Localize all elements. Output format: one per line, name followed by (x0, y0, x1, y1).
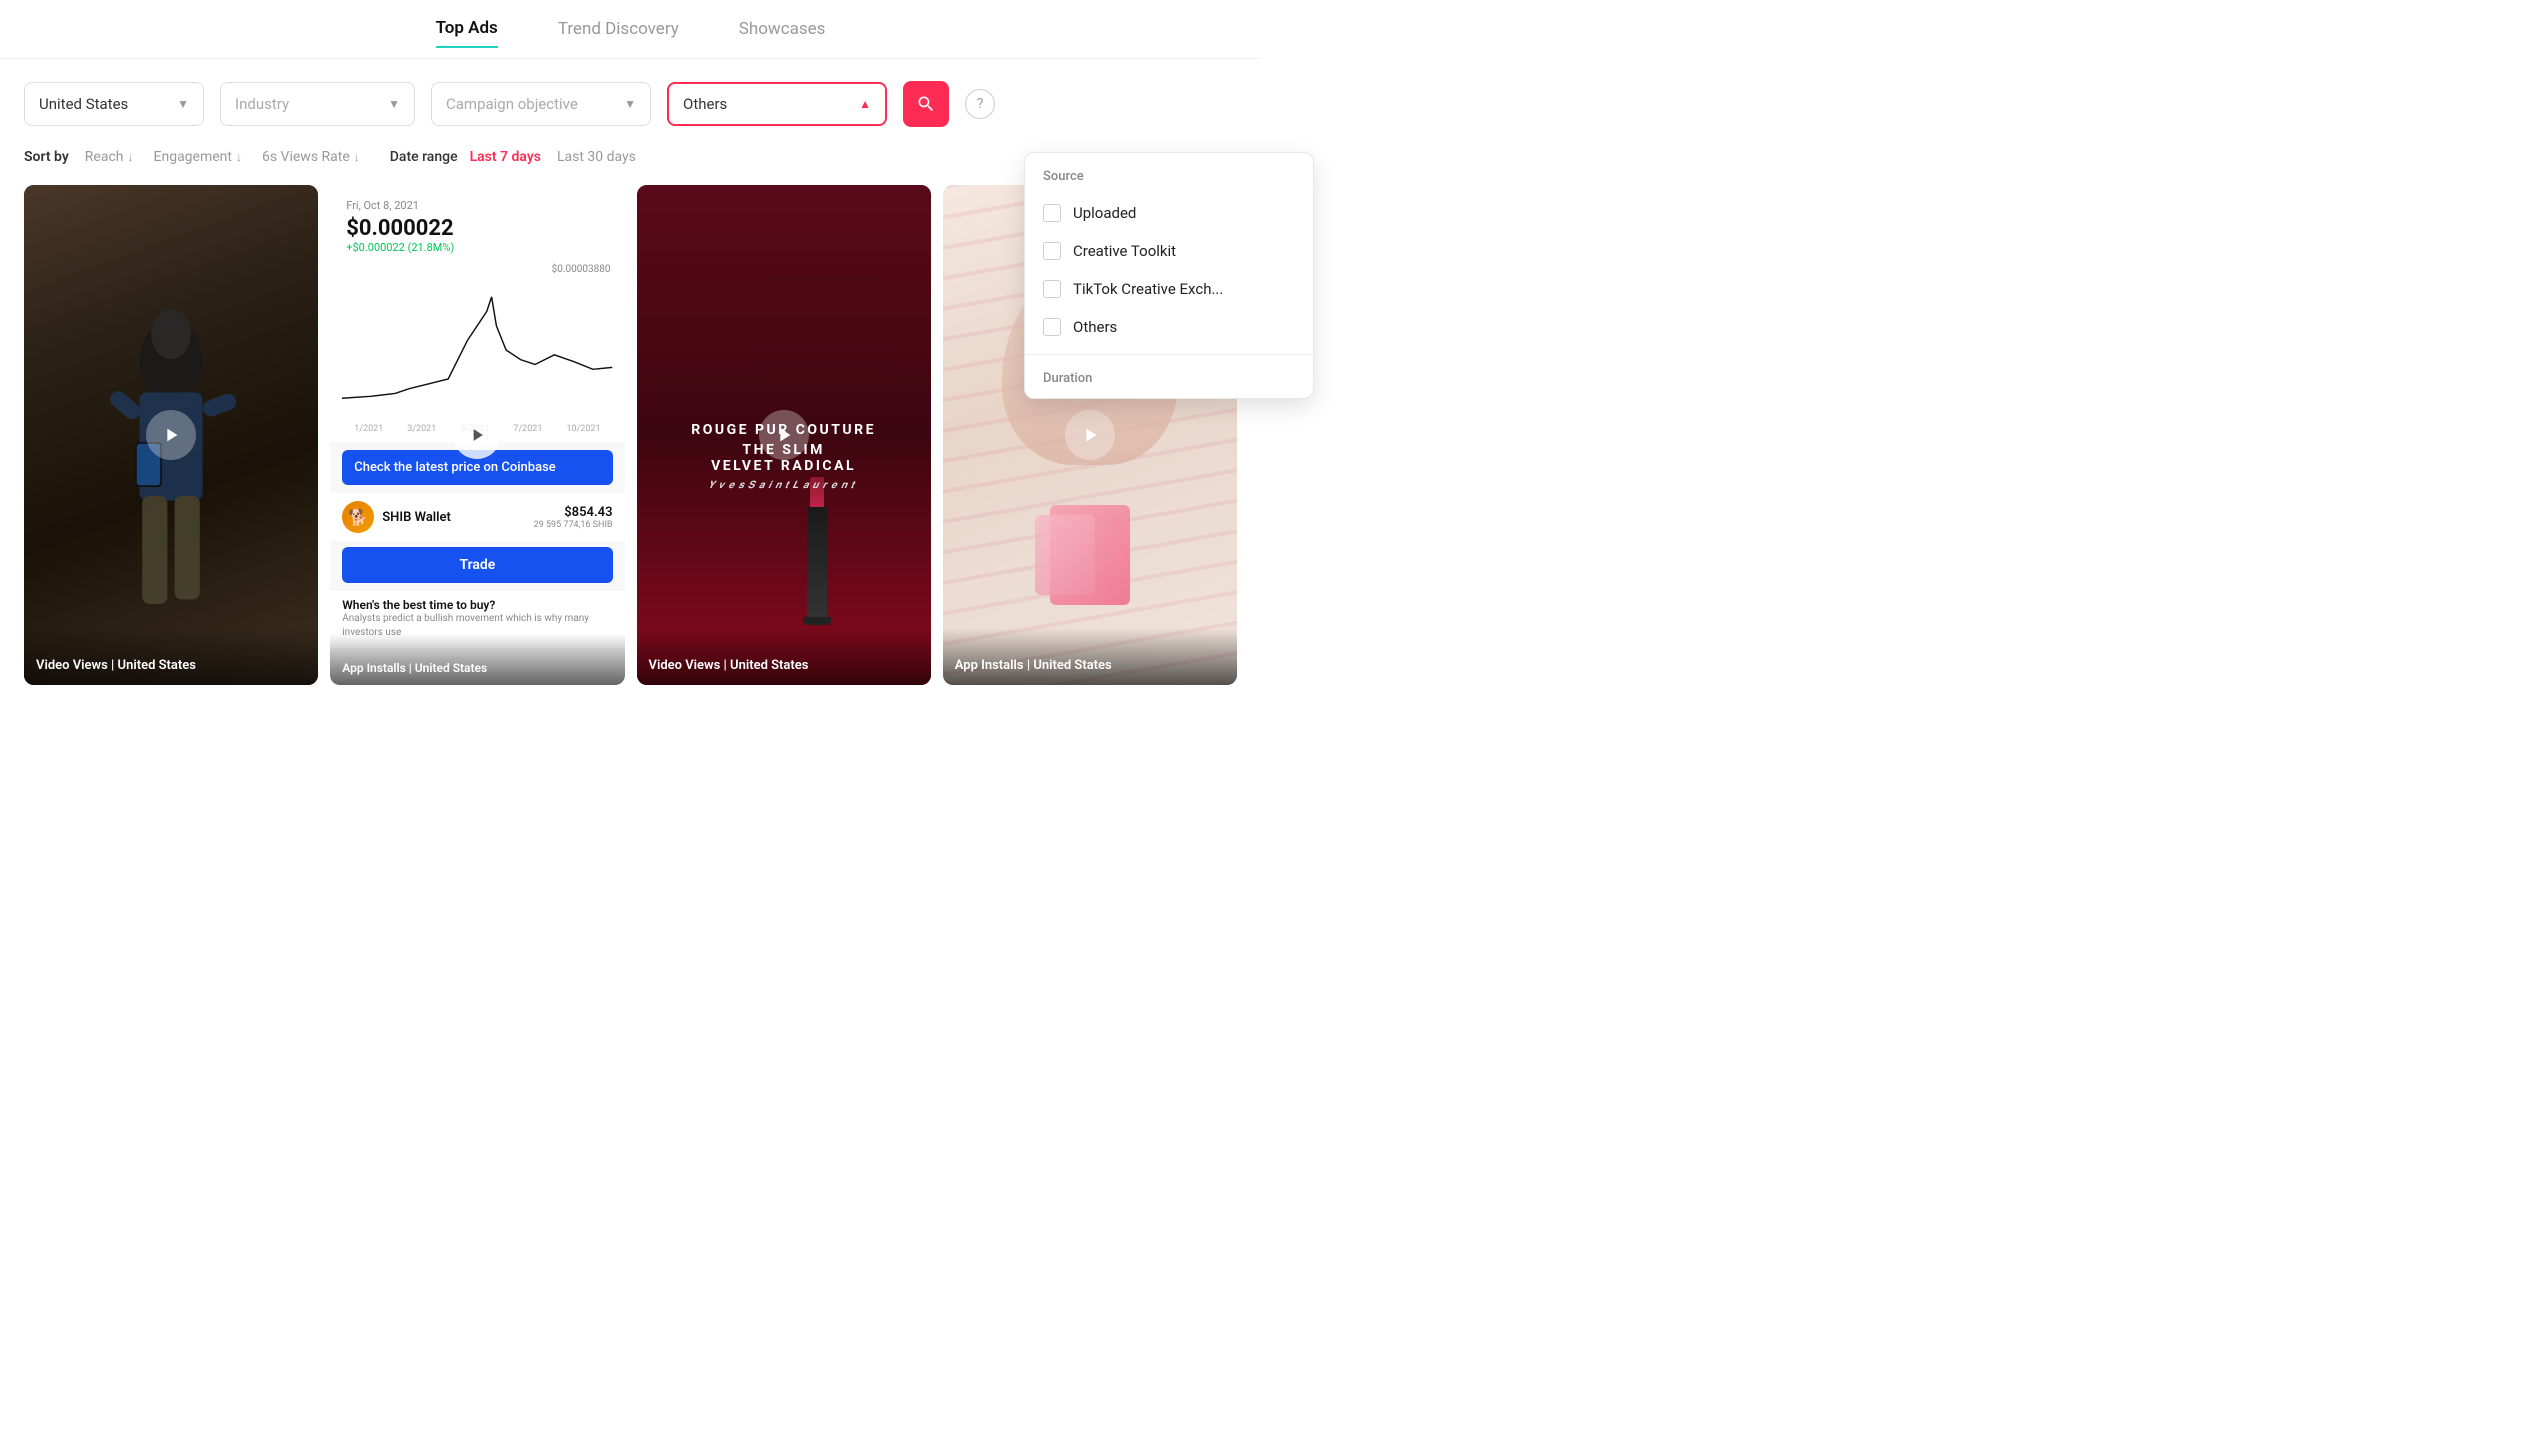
crypto-header: Fri, Oct 8, 2021 $0.000022 +$0.000022 (2… (330, 185, 624, 262)
top-navigation: Top Ads Trend Discovery Showcases (0, 0, 1261, 59)
checkbox-tiktok-creative[interactable] (1043, 280, 1061, 298)
sort-engagement-label: Engagement (154, 149, 232, 165)
industry-filter[interactable]: Industry ▼ (220, 82, 415, 126)
play-button-1[interactable] (146, 410, 196, 460)
checkbox-uploaded[interactable] (1043, 204, 1061, 222)
sort-reach[interactable]: Reach ↓ (85, 149, 134, 165)
sort-reach-label: Reach (85, 149, 124, 165)
search-icon (916, 94, 936, 114)
date-last-30-days[interactable]: Last 30 days (557, 149, 636, 165)
dropdown-label-creative-toolkit: Creative Toolkit (1073, 242, 1176, 260)
play-button-2[interactable] (453, 411, 501, 459)
crypto-chart (342, 280, 612, 420)
others-filter[interactable]: Others ▲ (667, 82, 887, 126)
ysl-line3: VELVET RADICAL (691, 458, 876, 474)
dropdown-label-tiktok-creative: TikTok Creative Exch... (1073, 280, 1223, 298)
dropdown-label-others: Others (1073, 318, 1117, 336)
coinbase-box-text: Check the latest price on Coinbase (354, 460, 556, 475)
others-dropdown-panel: Source Uploaded Creative Toolkit TikTok … (1024, 152, 1314, 399)
shib-row: 🐕 SHIB Wallet $854.43 29 595 774,16 SHIB (330, 493, 624, 541)
shib-icon: 🐕 (342, 501, 374, 533)
dropdown-item-uploaded[interactable]: Uploaded (1025, 194, 1313, 232)
nav-trend-discovery[interactable]: Trend Discovery (558, 19, 679, 47)
shib-qty: 29 595 774,16 SHIB (534, 520, 613, 530)
play-icon-3 (773, 424, 795, 446)
country-filter[interactable]: United States ▼ (24, 82, 204, 126)
card3-footer-label: Video Views | United States (637, 628, 931, 685)
card1-footer-label: Video Views | United States (24, 628, 318, 685)
play-icon-2 (467, 425, 487, 445)
date-last-7-days[interactable]: Last 7 days (470, 149, 541, 165)
sort-views-rate-label: 6s Views Rate (262, 149, 350, 165)
ad-card-2[interactable]: Fri, Oct 8, 2021 $0.000022 +$0.000022 (2… (330, 185, 624, 685)
ysl-brand: 𝒀𝒗𝒆𝒔𝑺𝒂𝒊𝒏𝒕𝑳𝒂𝒖𝒓𝒆𝒏𝒕 (691, 480, 876, 491)
card2-bottom-title: When's the best time to buy? (342, 598, 612, 612)
dropdown-duration-label: Duration (1025, 363, 1313, 390)
others-filter-label: Others (683, 95, 727, 113)
nav-top-ads[interactable]: Top Ads (436, 18, 498, 48)
chart-max-label: $0.00003880 (552, 264, 611, 275)
dropdown-item-creative-toolkit[interactable]: Creative Toolkit (1025, 232, 1313, 270)
industry-chevron-icon: ▼ (388, 97, 400, 111)
play-button-4[interactable] (1065, 410, 1115, 460)
campaign-filter[interactable]: Campaign objective ▼ (431, 82, 651, 126)
dropdown-item-others[interactable]: Others (1025, 308, 1313, 346)
sort-reach-arrow-icon: ↓ (128, 150, 134, 164)
checkbox-creative-toolkit[interactable] (1043, 242, 1061, 260)
dropdown-label-uploaded: Uploaded (1073, 204, 1136, 222)
play-icon-4 (1079, 424, 1101, 446)
crypto-price: $0.000022 (346, 216, 608, 241)
ad-card-3[interactable]: ROUGE PUR COUTURE THE SLIM VELVET RADICA… (637, 185, 931, 685)
checkbox-others[interactable] (1043, 318, 1061, 336)
sort-views-rate-arrow-icon: ↓ (354, 150, 360, 164)
filters-row: United States ▼ Industry ▼ Campaign obje… (0, 59, 1261, 141)
campaign-filter-label: Campaign objective (446, 95, 578, 113)
sort-views-rate[interactable]: 6s Views Rate ↓ (262, 149, 360, 165)
play-icon-1 (160, 424, 182, 446)
crypto-change: +$0.000022 (21.8M%) (346, 241, 608, 254)
sort-engagement-arrow-icon: ↓ (236, 150, 242, 164)
country-filter-label: United States (39, 95, 128, 113)
dropdown-item-tiktok-creative[interactable]: TikTok Creative Exch... (1025, 270, 1313, 308)
sort-engagement[interactable]: Engagement ↓ (154, 149, 242, 165)
help-icon: ? (977, 96, 984, 112)
dropdown-divider (1025, 354, 1313, 355)
search-button[interactable] (903, 81, 949, 127)
play-button-3[interactable] (759, 410, 809, 460)
nav-showcases[interactable]: Showcases (739, 19, 826, 47)
help-button[interactable]: ? (965, 89, 995, 119)
crypto-date: Fri, Oct 8, 2021 (346, 199, 608, 212)
card2-footer-label: App Installs | United States (330, 633, 624, 685)
ad-card-1[interactable]: Video Views | United States (24, 185, 318, 685)
card4-footer-label: App Installs | United States (943, 628, 1237, 685)
country-chevron-icon: ▼ (177, 97, 189, 111)
shib-usd: $854.43 (534, 505, 613, 520)
card1-figure (39, 235, 304, 685)
sort-by-label: Sort by (24, 149, 69, 165)
date-range-label: Date range (390, 149, 458, 165)
campaign-chevron-icon: ▼ (624, 97, 636, 111)
industry-filter-label: Industry (235, 95, 289, 113)
shib-name: SHIB Wallet (382, 510, 451, 525)
others-chevron-icon: ▲ (859, 97, 871, 111)
trade-button[interactable]: Trade (342, 547, 612, 583)
dropdown-source-title: Source (1025, 169, 1313, 194)
